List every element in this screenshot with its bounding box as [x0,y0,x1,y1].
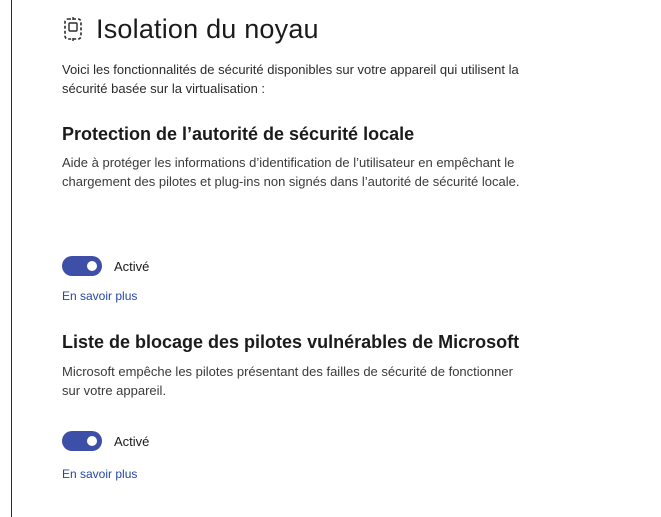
lsa-protection-description: Aide à protéger les informations d’ident… [62,155,520,189]
chip-icon [62,16,84,42]
lsa-protection-toggle-label: Activé [114,258,150,274]
driver-blocklist-title: Liste de blocage des pilotes vulnérables… [62,332,520,352]
driver-blocklist-toggle-label: Activé [114,433,150,449]
page-title: Isolation du noyau [96,14,319,44]
page-header: Isolation du noyau [62,12,319,46]
settings-window: Isolation du noyau Voici les fonctionnal… [0,0,661,517]
driver-blocklist-toggle[interactable] [62,431,102,451]
driver-blocklist-toggle-row: Activé [62,431,149,451]
lsa-protection-toggle[interactable] [62,256,102,276]
driver-blocklist-description: Microsoft empêche les pilotes présentant… [62,364,513,398]
lsa-protection-title: Protection de l’autorité de sécurité loc… [62,124,415,144]
intro-text: Voici les fonctionnalités de sécurité di… [62,62,519,96]
lsa-learn-more-link[interactable]: En savoir plus [62,289,137,303]
driver-blocklist-learn-more-link[interactable]: En savoir plus [62,467,137,481]
window-border [11,0,12,517]
lsa-protection-toggle-row: Activé [62,256,149,276]
toggle-knob [87,261,97,271]
toggle-knob [87,436,97,446]
